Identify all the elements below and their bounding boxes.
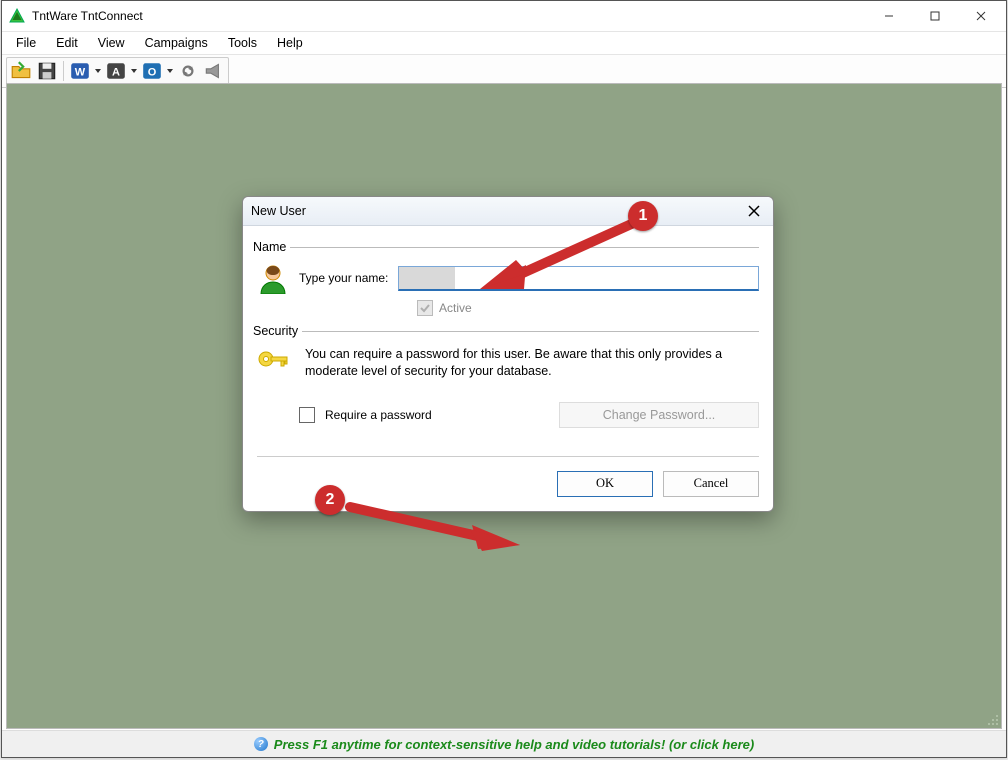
- minimize-button[interactable]: [866, 1, 912, 31]
- resize-grip-icon: [985, 712, 999, 726]
- ok-button[interactable]: OK: [557, 471, 653, 497]
- toolbar-group: W A O: [6, 57, 229, 85]
- svg-text:O: O: [148, 66, 157, 78]
- toolbar-separator: [63, 61, 64, 81]
- contacts-dropdown[interactable]: [130, 69, 138, 73]
- active-checkbox: [417, 300, 433, 316]
- new-user-dialog: New User Name Type your name:: [242, 196, 774, 512]
- key-icon: [257, 346, 289, 378]
- require-password-checkbox[interactable]: [299, 407, 315, 423]
- outlook-icon[interactable]: O: [140, 59, 164, 83]
- open-icon[interactable]: [9, 59, 33, 83]
- statusbar: ? Press F1 anytime for context-sensitive…: [2, 730, 1006, 757]
- change-password-button: Change Password...: [559, 402, 759, 428]
- dialog-close-button[interactable]: [743, 200, 765, 222]
- menu-edit[interactable]: Edit: [46, 32, 88, 54]
- cancel-button[interactable]: Cancel: [663, 471, 759, 497]
- help-icon: ?: [254, 737, 268, 751]
- svg-text:A: A: [112, 66, 120, 78]
- titlebar: TntWare TntConnect: [2, 1, 1006, 32]
- app-window: TntWare TntConnect File Edit View Campai…: [1, 0, 1007, 758]
- sync-icon[interactable]: [176, 59, 200, 83]
- menu-tools[interactable]: Tools: [218, 32, 267, 54]
- word-icon[interactable]: W: [68, 59, 92, 83]
- name-group-label: Name: [253, 240, 290, 254]
- security-text: You can require a password for this user…: [305, 346, 759, 380]
- dialog-titlebar[interactable]: New User: [243, 197, 773, 226]
- menu-campaigns[interactable]: Campaigns: [135, 32, 218, 54]
- name-label: Type your name:: [299, 271, 388, 285]
- user-icon: [257, 262, 289, 294]
- name-group: Name Type your name: Active: [257, 240, 759, 316]
- dialog-body: Name Type your name: Active Security: [243, 226, 773, 471]
- window-buttons: [866, 1, 1004, 31]
- save-icon[interactable]: [35, 59, 59, 83]
- app-title: TntWare TntConnect: [32, 9, 866, 23]
- word-dropdown[interactable]: [94, 69, 102, 73]
- svg-text:W: W: [75, 66, 86, 78]
- menu-help[interactable]: Help: [267, 32, 313, 54]
- annotation-badge-1: 1: [628, 201, 658, 231]
- dialog-separator: [257, 456, 759, 457]
- app-icon: [8, 7, 26, 25]
- security-group-label: Security: [253, 324, 302, 338]
- menubar: File Edit View Campaigns Tools Help: [2, 32, 1006, 55]
- status-help-link[interactable]: Press F1 anytime for context-sensitive h…: [274, 737, 754, 752]
- active-label: Active: [439, 301, 472, 315]
- close-button[interactable]: [958, 1, 1004, 31]
- menu-file[interactable]: File: [6, 32, 46, 54]
- security-group: Security You can require a password for …: [257, 324, 759, 428]
- require-password-label: Require a password: [325, 408, 432, 422]
- contacts-icon[interactable]: A: [104, 59, 128, 83]
- annotation-badge-2: 2: [315, 485, 345, 515]
- maximize-button[interactable]: [912, 1, 958, 31]
- name-input[interactable]: [398, 266, 759, 291]
- dialog-title: New User: [251, 204, 743, 218]
- announce-icon[interactable]: [202, 59, 226, 83]
- outlook-dropdown[interactable]: [166, 69, 174, 73]
- menu-view[interactable]: View: [88, 32, 135, 54]
